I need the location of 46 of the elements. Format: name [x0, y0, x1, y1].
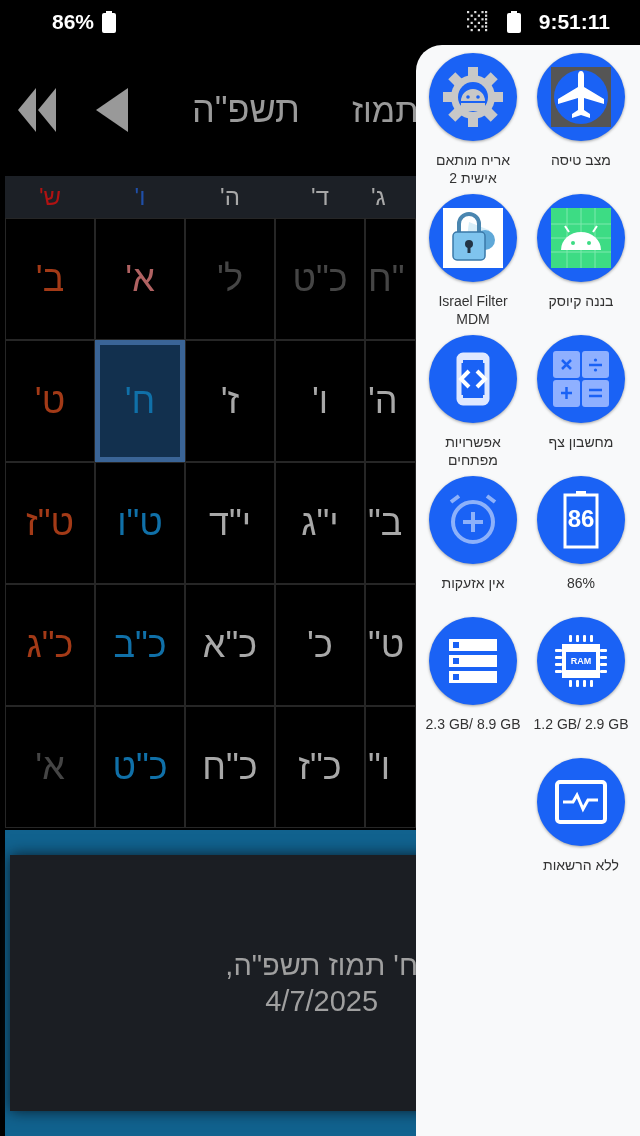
day-cell[interactable]: ו" [365, 706, 416, 828]
weekday-label: ה' [220, 183, 240, 211]
date-text: ח' תמוז תשפ"ה, [225, 948, 418, 983]
day-cell[interactable]: ט' [5, 340, 95, 462]
icon-text: 86 [566, 505, 596, 533]
tile-label: מצב טיסה [550, 151, 612, 169]
day-cell[interactable]: כ"ג [5, 584, 95, 706]
day-cell[interactable]: י"ג [275, 462, 365, 584]
weekday-label: ג' [371, 183, 386, 211]
day-cell[interactable]: י"ד [185, 462, 275, 584]
date-text: 4/7/2025 [265, 984, 379, 1019]
quick-setting-toggle[interactable]: 86 [537, 476, 625, 564]
day-cell[interactable]: ה' [365, 340, 416, 462]
weekday-label: ו' [134, 183, 146, 211]
day-cell[interactable]: כ"ז [275, 706, 365, 828]
tile-label: מחשבון צף [547, 433, 615, 451]
tile-label: Israel Filter MDM [437, 292, 509, 328]
tile-label: 86% [566, 574, 596, 592]
day-cell[interactable]: א' [95, 218, 185, 340]
tile-label: אריח מותאם אישית 2 [435, 151, 511, 187]
tile-label: 2.3 GB/ 8.9 GB [424, 715, 522, 733]
icon-text: RAM [569, 655, 593, 668]
day-cell[interactable]: כ' [275, 584, 365, 706]
year-title: תשפ"ה [192, 89, 300, 131]
day-cell[interactable]: ו' [275, 340, 365, 462]
day-cell[interactable]: ט"ו [95, 462, 185, 584]
day-cell[interactable]: ב" [365, 462, 416, 584]
day-cell[interactable]: ז' [185, 340, 275, 462]
day-cell[interactable]: כ"א [185, 584, 275, 706]
day-cell[interactable]: כ"ב [95, 584, 185, 706]
day-cell[interactable]: ב' [5, 218, 95, 340]
clock: 9:51:11 [538, 10, 610, 34]
tile-label: ללא הרשאות [541, 856, 621, 874]
quick-setting-toggle[interactable]: RAM [537, 617, 625, 705]
weekday-label: ש' [38, 183, 62, 211]
day-cell[interactable]: ט"ז [5, 462, 95, 584]
tile-label: בננה קיוסק [547, 292, 615, 310]
tile-label: אפשרויות מפתחים [444, 433, 502, 469]
day-cell[interactable]: כ"ח [185, 706, 275, 828]
weekday-label: ד' [311, 183, 329, 211]
tile-label: 1.2 GB/ 2.9 GB [532, 715, 630, 733]
tile-label: אין אזעקות [440, 574, 506, 592]
month-title: תמוז [352, 90, 419, 130]
day-cell[interactable]: ט" [365, 584, 416, 706]
day-cell[interactable]: כ"ט [95, 706, 185, 828]
battery-percent: 86% [52, 10, 95, 34]
